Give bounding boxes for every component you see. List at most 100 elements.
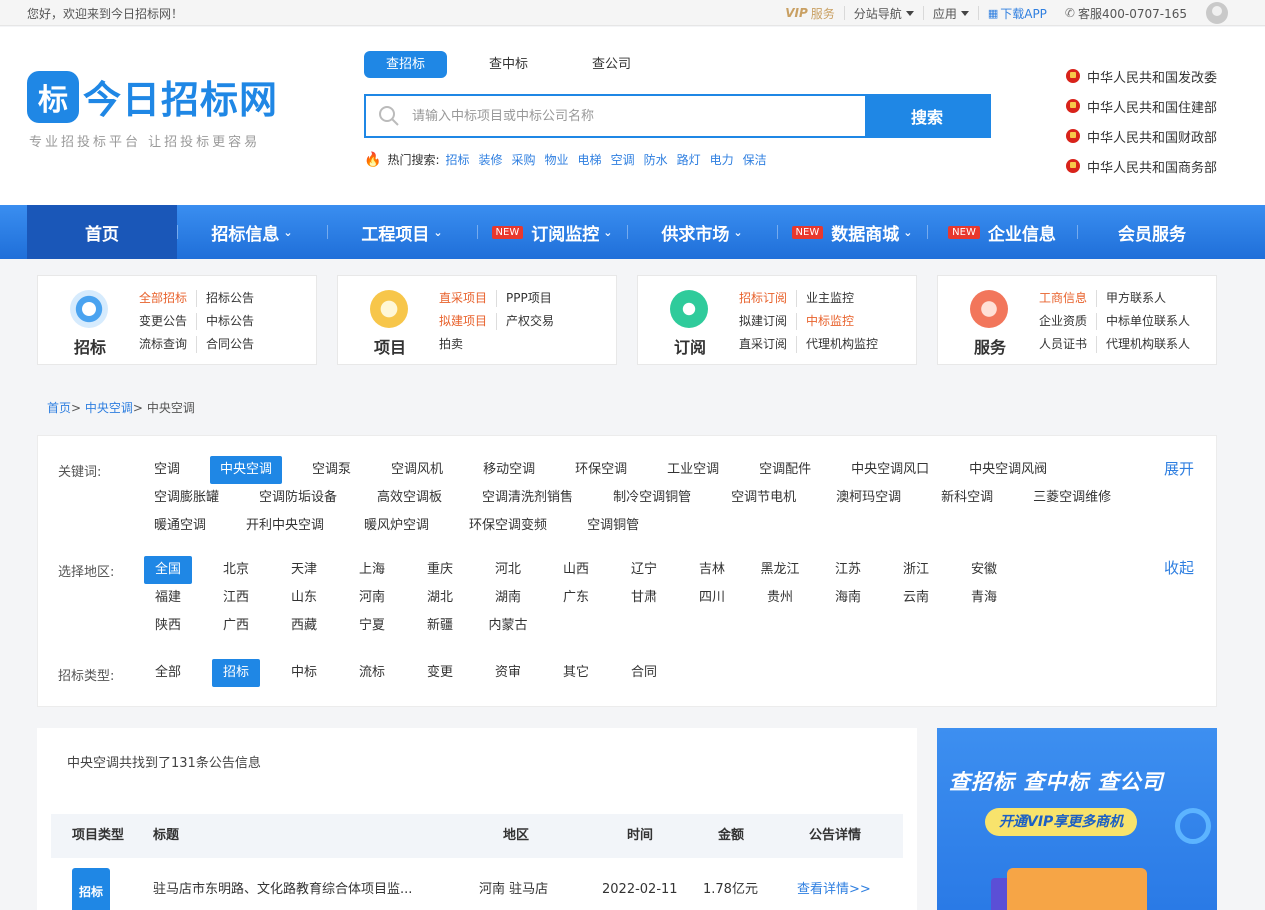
card-link[interactable]: 中标单位联系人 [1096, 313, 1190, 330]
bid-type-tag[interactable]: 资审 [484, 659, 532, 687]
region-tag[interactable]: 陕西 [144, 612, 192, 640]
region-tag[interactable]: 云南 [892, 584, 940, 612]
region-tag[interactable]: 湖北 [416, 584, 464, 612]
region-tag[interactable]: 内蒙古 [484, 612, 532, 640]
region-tag[interactable]: 全国 [144, 556, 192, 584]
card-link[interactable]: 全部招标 [139, 290, 196, 307]
keyword-tag[interactable]: 空调泵 [302, 456, 361, 484]
region-tag[interactable]: 山西 [552, 556, 600, 584]
bid-type-tag[interactable]: 流标 [348, 659, 396, 687]
region-tag[interactable]: 上海 [348, 556, 396, 584]
region-tag[interactable]: 湖南 [484, 584, 532, 612]
card-link[interactable]: 招标公告 [196, 290, 254, 307]
keyword-tag[interactable]: 澳柯玛空调 [826, 484, 911, 512]
hot-word[interactable]: 装修 [479, 151, 503, 168]
card-link[interactable]: 代理机构监控 [796, 336, 878, 353]
card-link[interactable]: 产权交易 [496, 313, 554, 330]
vip-banner[interactable]: 查招标 查中标 查公司 开通VIP享更多商机 [937, 728, 1217, 910]
region-tag[interactable]: 重庆 [416, 556, 464, 584]
card-link[interactable]: 直采项目 [439, 290, 496, 307]
region-tag[interactable]: 宁夏 [348, 612, 396, 640]
region-tag[interactable]: 北京 [212, 556, 260, 584]
gov-link-mohurd[interactable]: 中华人民共和国住建部 [1066, 91, 1217, 121]
bid-type-tag[interactable]: 变更 [416, 659, 464, 687]
site-logo[interactable]: 标 今日招标网 [27, 69, 278, 124]
keyword-tag[interactable]: 空调配件 [749, 456, 821, 484]
keyword-tag[interactable]: 三菱空调维修 [1023, 484, 1121, 512]
keyword-tag[interactable]: 制冷空调铜管 [603, 484, 701, 512]
region-tag[interactable]: 天津 [280, 556, 328, 584]
card-link[interactable]: 中标监控 [796, 313, 878, 330]
hot-word[interactable]: 采购 [512, 151, 536, 168]
region-tag[interactable]: 海南 [824, 584, 872, 612]
keyword-tag[interactable]: 中央空调风口 [841, 456, 939, 484]
nav-item-subscription[interactable]: NEW 订阅监控 ⌄ [477, 205, 627, 259]
hot-word[interactable]: 路灯 [677, 151, 701, 168]
keyword-tag[interactable]: 中央空调 [210, 456, 283, 484]
card-link[interactable]: 招标订阅 [739, 290, 796, 307]
region-tag[interactable]: 河南 [348, 584, 396, 612]
keyword-tag[interactable]: 中央空调风阀 [959, 456, 1057, 484]
bid-type-tag[interactable]: 中标 [280, 659, 328, 687]
bid-type-tag[interactable]: 合同 [620, 659, 668, 687]
region-tag[interactable]: 贵州 [756, 584, 804, 612]
region-tag[interactable]: 四川 [688, 584, 736, 612]
gov-link-mofcom[interactable]: 中华人民共和国商务部 [1066, 151, 1217, 181]
region-tag[interactable]: 江苏 [824, 556, 872, 584]
keyword-tag[interactable]: 空调节电机 [721, 484, 806, 512]
keyword-tag[interactable]: 开利中央空调 [236, 512, 334, 540]
card-link[interactable]: 流标查询 [139, 336, 196, 353]
keyword-tag[interactable]: 空调 [144, 456, 190, 484]
collapse-button[interactable]: 收起 [1164, 557, 1194, 578]
card-link[interactable]: 代理机构联系人 [1096, 336, 1190, 353]
view-detail-link[interactable]: 查看详情>> [797, 868, 871, 910]
tab-search-awards[interactable]: 查中标 [467, 51, 550, 78]
breadcrumb-home[interactable]: 首页 [47, 401, 71, 415]
hot-word[interactable]: 电力 [710, 151, 734, 168]
keyword-tag[interactable]: 空调防垢设备 [249, 484, 347, 512]
card-link[interactable]: 拟建订阅 [739, 313, 796, 330]
keyword-tag[interactable]: 空调清洗剂销售 [472, 484, 583, 512]
card-link[interactable]: 企业资质 [1039, 313, 1096, 330]
region-tag[interactable]: 浙江 [892, 556, 940, 584]
nav-item-bid-info[interactable]: 招标信息 ⌄ [177, 205, 327, 259]
gov-link-ndrc[interactable]: 中华人民共和国发改委 [1066, 61, 1217, 91]
card-link[interactable]: 甲方联系人 [1096, 290, 1190, 307]
gov-link-mof[interactable]: 中华人民共和国财政部 [1066, 121, 1217, 151]
region-tag[interactable]: 吉林 [688, 556, 736, 584]
breadcrumb-level1[interactable]: 中央空调 [85, 401, 133, 415]
keyword-tag[interactable]: 空调铜管 [577, 512, 649, 540]
region-tag[interactable]: 山东 [280, 584, 328, 612]
keyword-tag[interactable]: 空调风机 [381, 456, 453, 484]
bid-type-tag[interactable]: 招标 [212, 659, 260, 687]
hot-word[interactable]: 电梯 [578, 151, 602, 168]
nav-item-market[interactable]: 供求市场 ⌄ [627, 205, 777, 259]
card-link[interactable]: 拍卖 [439, 336, 496, 353]
region-tag[interactable]: 辽宁 [620, 556, 668, 584]
card-link[interactable]: 工商信息 [1039, 290, 1096, 307]
hot-word[interactable]: 空调 [611, 151, 635, 168]
download-app-link[interactable]: ▦ 下载APP [977, 6, 1056, 21]
vip-service-link[interactable]: VIP 服务 [776, 6, 844, 21]
search-input[interactable] [412, 96, 865, 136]
card-link[interactable]: 人员证书 [1039, 336, 1096, 353]
keyword-tag[interactable]: 空调膨胀罐 [144, 484, 229, 512]
keyword-tag[interactable]: 工业空调 [657, 456, 729, 484]
nav-item-membership[interactable]: 会员服务 [1077, 205, 1227, 259]
region-tag[interactable]: 福建 [144, 584, 192, 612]
region-tag[interactable]: 黑龙江 [756, 556, 804, 584]
hot-word[interactable]: 防水 [644, 151, 668, 168]
keyword-tag[interactable]: 环保空调 [565, 456, 637, 484]
card-link[interactable]: 合同公告 [196, 336, 254, 353]
keyword-tag[interactable]: 环保空调变频 [459, 512, 557, 540]
keyword-tag[interactable]: 移动空调 [473, 456, 545, 484]
card-link[interactable]: 直采订阅 [739, 336, 796, 353]
hot-word[interactable]: 保洁 [743, 151, 767, 168]
bid-type-tag[interactable]: 其它 [552, 659, 600, 687]
region-tag[interactable]: 新疆 [416, 612, 464, 640]
card-link[interactable]: 中标公告 [196, 313, 254, 330]
apps-dropdown[interactable]: 应用 [922, 6, 978, 21]
region-tag[interactable]: 河北 [484, 556, 532, 584]
keyword-tag[interactable]: 新科空调 [931, 484, 1003, 512]
row-title[interactable]: 驻马店市东明路、文化路教育综合体项目监... [153, 868, 412, 910]
